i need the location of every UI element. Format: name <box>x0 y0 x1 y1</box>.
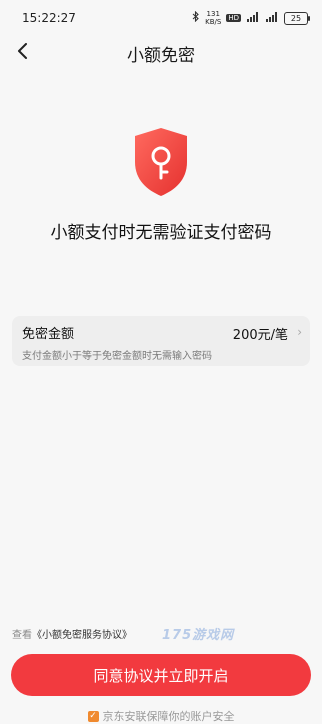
amount-value: 200元/笔 <box>232 328 288 343</box>
net-speed: 131 KB/S <box>205 10 222 26</box>
hd-badge: HD <box>226 14 241 22</box>
status-bar: 15:22:27 131 KB/S HD 25 <box>0 0 322 36</box>
watermark: 175游戏网 <box>162 628 235 643</box>
security-footer: ✓ 京东安联保障你的账户安全 <box>0 708 322 724</box>
wifi-icon <box>265 11 279 25</box>
chevron-right-icon: › <box>297 325 302 339</box>
status-time: 15:22:27 <box>22 11 76 25</box>
back-button[interactable] <box>10 40 36 66</box>
hero-headline: 小额支付时无需验证支付密码 <box>50 223 272 243</box>
battery-icon: 25 <box>284 11 310 25</box>
security-footer-text: 京东安联保障你的账户安全 <box>102 710 235 723</box>
protocol-link[interactable]: 《小额免密服务协议》 <box>32 630 132 641</box>
page-title: 小额免密 <box>127 45 195 66</box>
amount-card[interactable]: 免密金额 支付金额小于等于免密金额时无需输入密码 200元/笔 › <box>12 316 310 366</box>
shield-key-icon <box>131 126 191 198</box>
protocol-prefix: 查看 <box>12 630 32 641</box>
protocol-notice: 查看《小额免密服务协议》 <box>12 626 132 641</box>
bluetooth-icon <box>192 10 200 25</box>
status-icons: 131 KB/S HD 25 <box>192 10 310 26</box>
signal-icon <box>246 11 260 25</box>
amount-card-subtitle: 支付金额小于等于免密金额时无需输入密码 <box>22 351 212 362</box>
chevron-left-icon <box>17 43 29 63</box>
agree-and-enable-button[interactable]: 同意协议并立即开启 <box>11 654 311 696</box>
nav-bar: 小额免密 <box>0 36 322 70</box>
